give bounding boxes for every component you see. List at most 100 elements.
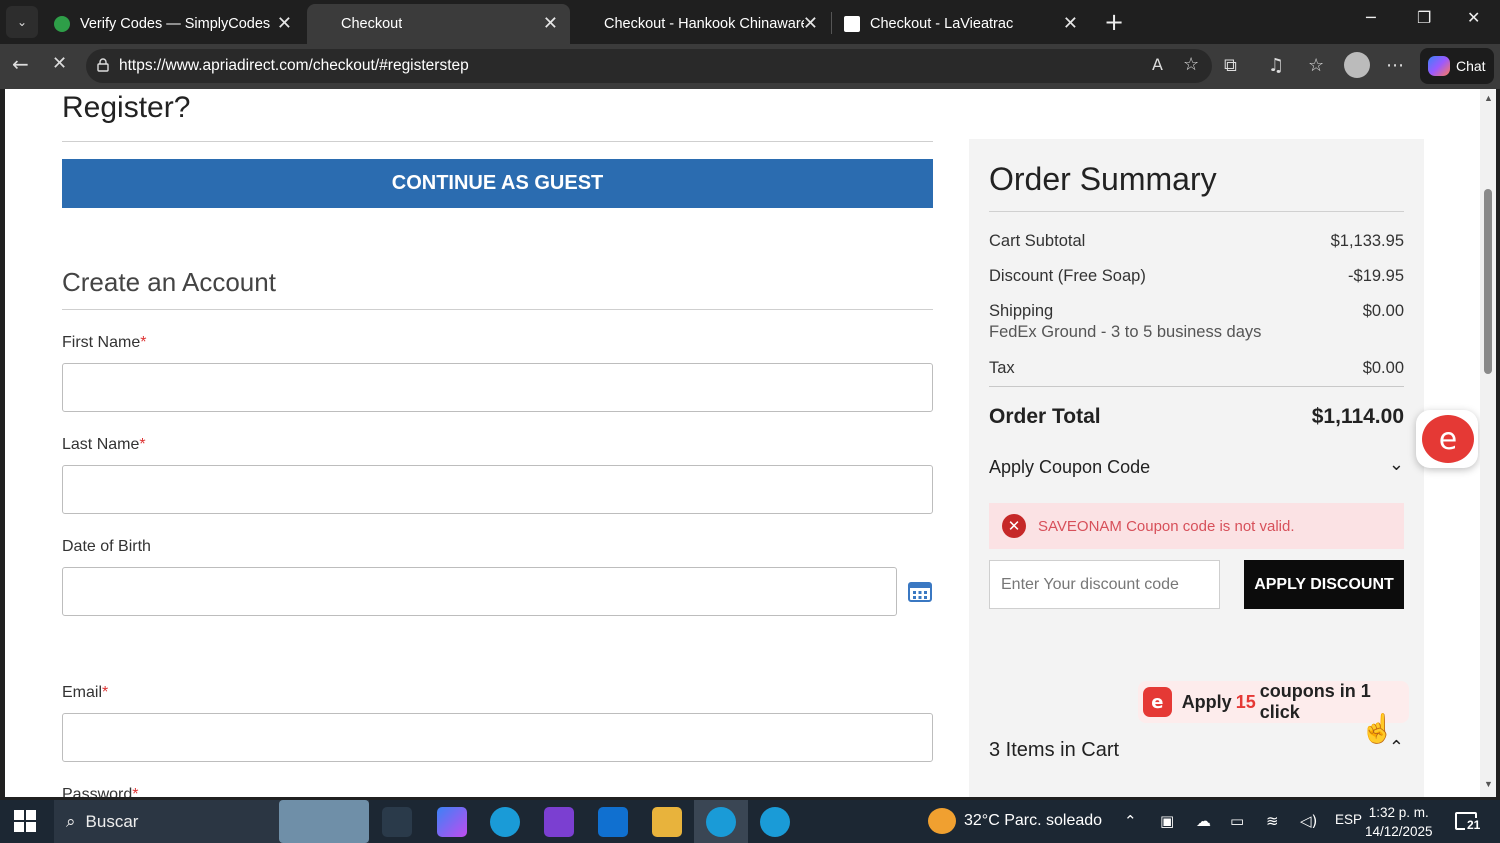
cart-items-toggle[interactable]: 3 Items in Cart ⌃	[989, 737, 1404, 762]
discount-row: Discount (Free Soap) -$19.95	[989, 267, 1404, 286]
volume-icon[interactable]: ◁)	[1300, 812, 1317, 830]
coupon-error-message: ✕ SAVEONAM Coupon code is not valid.	[989, 503, 1404, 549]
simplycodes-floating-button[interactable]: e	[1416, 410, 1478, 468]
error-text: SAVEONAM Coupon code is not valid.	[1038, 517, 1295, 535]
back-icon[interactable]: ←	[12, 52, 29, 76]
close-tab-icon[interactable]: ✕	[543, 13, 558, 34]
divider	[62, 309, 933, 310]
scroll-down-icon[interactable]: ▼	[1484, 779, 1493, 789]
tax-row: Tax $0.00	[989, 359, 1404, 378]
first-name-label: First Name*	[62, 334, 147, 351]
close-tab-icon[interactable]: ✕	[1063, 13, 1078, 34]
tab-lavieatrac[interactable]: Checkout - LaVieatrac ✕	[832, 4, 1090, 44]
more-menu-icon[interactable]: ⋯	[1386, 55, 1404, 76]
wifi-icon[interactable]: ≋	[1266, 812, 1279, 830]
address-bar[interactable]: https://www.apriadirect.com/checkout/#re…	[86, 49, 1212, 83]
copilot-icon	[1428, 56, 1450, 76]
read-aloud-icon[interactable]: A	[1152, 55, 1163, 74]
close-tab-icon[interactable]: ✕	[803, 13, 818, 34]
stop-loading-icon[interactable]: ✕	[52, 53, 67, 74]
coupon-heading: Apply Coupon Code	[989, 457, 1151, 477]
weather-icon[interactable]	[928, 808, 956, 834]
show-hidden-icons-icon[interactable]: ⌃	[1124, 812, 1137, 830]
simplycodes-logo-icon: e	[1422, 415, 1474, 463]
windows-start-icon[interactable]	[14, 810, 36, 832]
tab-simplycodes[interactable]: Verify Codes — SimplyCodes ✕	[42, 4, 304, 44]
discount-code-input[interactable]	[989, 560, 1220, 609]
browser-toolbar: ← ✕ https://www.apriadirect.com/checkout…	[0, 44, 1500, 89]
divider	[989, 211, 1404, 212]
close-window-icon[interactable]: ✕	[1467, 8, 1480, 27]
edge-icon[interactable]	[490, 807, 520, 837]
continue-as-guest-button[interactable]: CONTINUE AS GUEST	[62, 159, 933, 208]
language-indicator[interactable]: ESP	[1335, 812, 1362, 827]
tab-title: Checkout	[341, 16, 403, 32]
page-scrollbar[interactable]: ▲ ▼	[1480, 89, 1496, 797]
profile-avatar-icon[interactable]	[1344, 52, 1370, 78]
tab-title: Checkout - Hankook Chinaware US	[604, 16, 804, 32]
order-summary-panel: Order Summary Cart Subtotal $1,133.95 Di…	[969, 139, 1424, 797]
email-field[interactable]	[62, 713, 933, 762]
taskbar-clock[interactable]: 1:32 p. m. 14/12/2025	[1365, 803, 1433, 841]
promo-coupon-count: 15	[1235, 691, 1256, 712]
edge-profile-2-icon[interactable]	[760, 807, 790, 837]
copilot-app-icon[interactable]	[437, 807, 467, 837]
outlook-icon[interactable]	[598, 807, 628, 837]
last-name-field[interactable]	[62, 465, 933, 514]
simplycodes-favicon-icon	[54, 16, 70, 32]
copilot-chat-button[interactable]: Chat	[1420, 48, 1494, 84]
tab-strip: ⌄ Verify Codes — SimplyCodes ✕ Checkout …	[0, 0, 1500, 44]
tax-label: Tax	[989, 359, 1015, 377]
cursor-hand-icon: ☝	[1360, 713, 1395, 744]
tab-checkout-active[interactable]: Checkout ✕	[307, 4, 570, 44]
shipping-label: Shipping	[989, 302, 1054, 320]
extensions-icon[interactable]: ⧉	[1224, 55, 1237, 76]
scrollbar-thumb[interactable]	[1484, 189, 1492, 374]
taskbar-search[interactable]: ⌕ Buscar	[54, 800, 369, 843]
meet-icon[interactable]: ▣	[1160, 812, 1174, 830]
edge-profile-icon[interactable]	[706, 807, 736, 837]
visual-studio-icon[interactable]	[544, 807, 574, 837]
first-name-field[interactable]	[62, 363, 933, 412]
register-heading: Register?	[62, 91, 191, 124]
calendar-icon[interactable]	[908, 580, 932, 602]
favorites-icon[interactable]: ☆	[1308, 55, 1324, 76]
site-info-icon[interactable]	[96, 58, 110, 72]
tab-actions-menu[interactable]: ⌄	[6, 6, 38, 38]
apply-discount-button[interactable]: APPLY DISCOUNT	[1244, 560, 1404, 609]
email-label: Email*	[62, 684, 109, 701]
divider	[989, 386, 1404, 387]
order-summary-title: Order Summary	[989, 161, 1217, 197]
order-total-label: Order Total	[989, 405, 1101, 428]
minimize-icon[interactable]: ─	[1366, 8, 1376, 27]
notifications-button[interactable]: 21	[1455, 810, 1485, 834]
tab-hankook[interactable]: Checkout - Hankook Chinaware US ✕	[572, 4, 830, 44]
weather-text[interactable]: 32°C Parc. soleado	[964, 812, 1102, 830]
order-total-value: $1,114.00	[1311, 405, 1404, 428]
url-text: https://www.apriadirect.com/checkout/#re…	[119, 57, 469, 74]
date-of-birth-field[interactable]	[62, 567, 897, 616]
last-name-label: Last Name*	[62, 436, 146, 453]
battery-icon[interactable]: ▭	[1230, 812, 1244, 830]
search-label: Buscar	[85, 811, 139, 831]
restore-icon[interactable]: ❐	[1417, 8, 1431, 27]
onedrive-icon[interactable]: ☁	[1196, 812, 1211, 830]
apply-coupon-toggle[interactable]: Apply Coupon Code ⌄	[989, 454, 1404, 478]
favorite-star-icon[interactable]: ☆	[1183, 54, 1199, 75]
browser-essentials-icon[interactable]: ♫	[1268, 55, 1284, 76]
scroll-up-icon[interactable]: ▲	[1484, 93, 1493, 103]
close-tab-icon[interactable]: ✕	[277, 13, 292, 34]
create-account-heading: Create an Account	[62, 267, 276, 297]
discount-label: Discount (Free Soap)	[989, 267, 1146, 285]
new-tab-icon[interactable]: +	[1104, 8, 1124, 36]
tab-title: Checkout - LaVieatrac	[870, 16, 1014, 32]
file-explorer-icon[interactable]	[652, 807, 682, 837]
promo-text-before: Apply	[1181, 691, 1232, 712]
clock-time: 1:32 p. m.	[1368, 805, 1429, 820]
cart-heading: 3 Items in Cart	[989, 739, 1120, 761]
search-highlight-image	[279, 800, 369, 843]
order-total-row: Order Total $1,114.00	[989, 405, 1404, 429]
search-icon: ⌕	[66, 811, 76, 832]
task-view-icon[interactable]	[382, 807, 412, 837]
checkout-page: Register? CONTINUE AS GUEST Create an Ac…	[5, 89, 1480, 797]
